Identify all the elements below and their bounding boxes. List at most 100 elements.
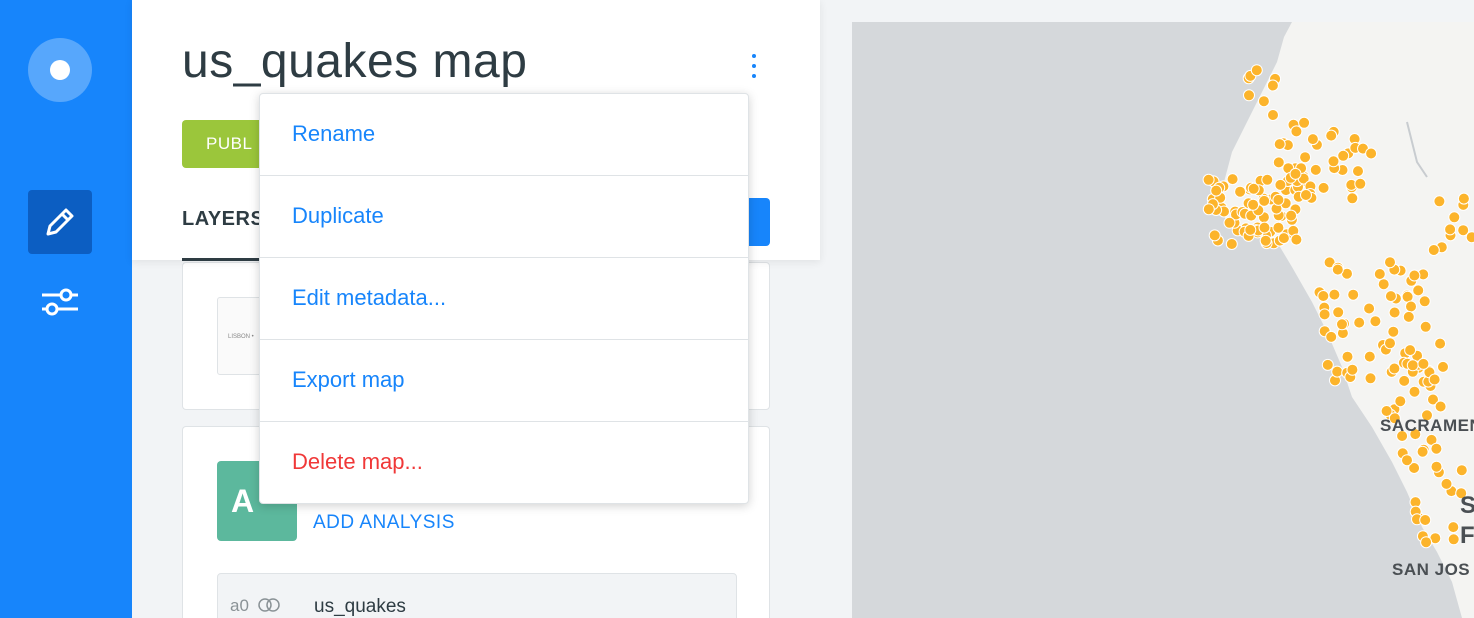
quake-point xyxy=(1404,344,1417,357)
map-options-button[interactable] xyxy=(28,270,92,334)
quake-point xyxy=(1406,359,1419,372)
quake-point xyxy=(1277,232,1290,245)
city-label-sacramento: SACRAMENTO xyxy=(1380,416,1474,435)
quake-point xyxy=(1289,167,1302,180)
quake-point xyxy=(1223,216,1236,229)
quake-point xyxy=(1353,316,1366,329)
quake-point xyxy=(1267,109,1279,121)
quake-point xyxy=(1261,173,1274,186)
city-label-f: F xyxy=(1460,522,1474,549)
quake-point xyxy=(1272,156,1285,169)
quake-point xyxy=(1365,147,1378,160)
logo-dot xyxy=(50,60,70,80)
menu-item-export-map[interactable]: Export map xyxy=(260,340,748,422)
quake-point xyxy=(1363,302,1376,315)
quake-point xyxy=(1274,178,1287,191)
quake-point xyxy=(1208,229,1221,242)
quake-point xyxy=(1447,521,1460,534)
quake-point xyxy=(1363,350,1376,363)
quake-point xyxy=(1428,373,1441,386)
quake-point xyxy=(1331,365,1344,378)
quake-point xyxy=(1258,194,1271,207)
kebab-dot xyxy=(752,54,756,58)
quake-point xyxy=(1457,192,1470,205)
quake-point xyxy=(1364,372,1377,385)
quake-point xyxy=(1447,533,1460,546)
quake-point xyxy=(1321,358,1334,371)
quake-point xyxy=(1247,198,1260,211)
quake-point xyxy=(1388,362,1401,375)
quake-point xyxy=(1226,173,1239,186)
quake-point xyxy=(1290,233,1303,246)
city-label-san-jose: SAN JOS xyxy=(1392,560,1471,579)
quake-point xyxy=(1384,290,1397,303)
app-sidebar xyxy=(0,0,132,618)
quake-point xyxy=(1418,295,1431,308)
quake-point xyxy=(1433,195,1446,208)
quake-point xyxy=(1234,185,1247,198)
sliders-icon xyxy=(42,288,78,316)
add-analysis-link[interactable]: ADD ANALYSIS xyxy=(313,512,455,534)
quake-point xyxy=(1434,400,1447,413)
quake-point xyxy=(1430,442,1443,455)
quake-point xyxy=(1306,133,1319,146)
quake-point xyxy=(1347,288,1360,301)
quake-point xyxy=(1298,116,1311,129)
quake-point xyxy=(1299,151,1312,164)
quake-point xyxy=(1369,315,1382,328)
quake-point xyxy=(1337,149,1350,162)
quake-point xyxy=(1272,193,1285,206)
quake-point xyxy=(1328,288,1341,301)
quake-point xyxy=(1332,306,1345,319)
quake-point xyxy=(1405,300,1417,313)
quake-point xyxy=(1317,181,1330,194)
quake-point xyxy=(1398,374,1411,387)
tab-active-underline xyxy=(182,258,262,261)
menu-item-delete-map[interactable]: Delete map... xyxy=(260,422,748,504)
quake-point xyxy=(1412,284,1425,297)
quake-point xyxy=(1272,221,1285,234)
quake-point xyxy=(1202,173,1215,186)
quake-point xyxy=(1225,238,1238,250)
map-canvas[interactable]: SACRAMENTO S F SAN JOS xyxy=(852,22,1474,618)
source-name: us_quakes xyxy=(314,596,406,617)
quake-point xyxy=(1318,308,1331,321)
quake-point xyxy=(1434,337,1447,350)
edit-map-button[interactable] xyxy=(28,190,92,254)
quake-point xyxy=(1437,360,1449,373)
map-options-menu-button[interactable] xyxy=(742,50,766,82)
quake-point xyxy=(1244,223,1257,236)
quake-point xyxy=(1266,79,1279,92)
quake-point xyxy=(1354,177,1367,190)
quake-point xyxy=(1285,209,1298,222)
quake-point xyxy=(1273,138,1286,151)
map-layer xyxy=(1202,22,1474,618)
layer-source-row[interactable]: a0 us_quakes xyxy=(217,573,737,618)
city-label-s: S xyxy=(1460,492,1474,519)
quake-point xyxy=(1416,445,1429,458)
quake-point xyxy=(1465,231,1474,244)
menu-item-duplicate[interactable]: Duplicate xyxy=(260,176,748,258)
quake-point xyxy=(1384,256,1396,269)
tab-layers[interactable]: LAYERS xyxy=(182,208,264,231)
kebab-dot xyxy=(752,74,756,78)
carto-logo-icon[interactable] xyxy=(28,38,92,102)
quake-point xyxy=(1401,454,1413,467)
quake-point xyxy=(1258,221,1271,234)
quake-point xyxy=(1402,310,1415,323)
map-title[interactable]: us_quakes map xyxy=(182,34,527,89)
quake-point xyxy=(1210,184,1223,197)
menu-item-rename[interactable]: Rename xyxy=(260,94,748,176)
source-id: a0 xyxy=(230,596,249,615)
quake-point xyxy=(1444,223,1457,236)
quake-point xyxy=(1419,514,1432,526)
quake-point xyxy=(1384,337,1396,350)
quake-point xyxy=(1290,125,1303,138)
quake-point xyxy=(1387,325,1400,338)
quake-point xyxy=(1346,363,1359,376)
menu-item-edit-metadata[interactable]: Edit metadata... xyxy=(260,258,748,340)
quake-point xyxy=(1341,350,1354,363)
quake-point xyxy=(1419,320,1432,333)
quake-point xyxy=(1243,89,1255,102)
quake-point xyxy=(1309,163,1322,176)
